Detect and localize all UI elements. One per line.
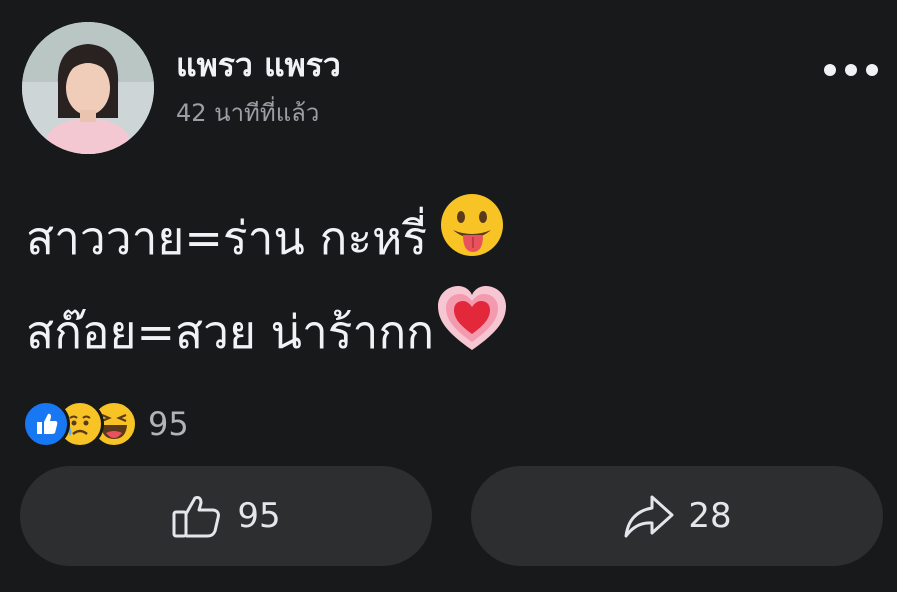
share-count: 28: [688, 496, 732, 536]
post-text-line-2: สก๊อย=สวย น่าร้ากก: [26, 305, 435, 359]
like-count: 95: [237, 496, 281, 536]
post-text: สาววาย=ร่าน กะหรี่ สก๊อย=สวย น่าร้ากก: [26, 190, 876, 378]
share-button[interactable]: 28: [471, 466, 883, 566]
facebook-post: แพรว แพรว 42 นาทีที่แล้ว สาววาย=ร่าน กะห…: [0, 0, 897, 592]
more-dots-icon: [824, 64, 878, 76]
post-text-line-1: สาววาย=ร่าน กะหรี่: [26, 211, 428, 265]
reactions-summary[interactable]: 95: [22, 398, 189, 450]
avatar-photo: [22, 22, 154, 154]
like-button[interactable]: 95: [20, 466, 432, 566]
growing-heart-emoji-icon: [436, 286, 508, 378]
post-text-line: สก๊อย=สวย น่าร้ากก: [26, 286, 876, 378]
grinning-tongue-emoji-icon: [437, 190, 507, 286]
avatar[interactable]: [22, 22, 154, 154]
share-arrow-icon: [624, 495, 674, 538]
author-name[interactable]: แพรว แพรว: [176, 40, 341, 91]
thumbs-up-icon: [172, 496, 221, 538]
more-options-button[interactable]: [818, 52, 884, 88]
post-time[interactable]: 42 นาทีที่แล้ว: [176, 93, 319, 132]
reaction-count: 95: [148, 405, 189, 443]
like-reaction-icon: [22, 400, 70, 448]
post-text-line: สาววาย=ร่าน กะหรี่: [26, 190, 876, 286]
